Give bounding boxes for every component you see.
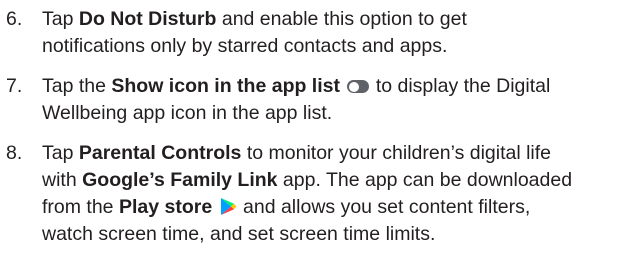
toggle-switch-icon [347, 80, 370, 93]
parental-controls-label: Parental Controls [78, 142, 242, 164]
show-icon-in-app-list-label: Show icon in the app list [111, 75, 340, 97]
step-text: Tap Parental Controls to monitor your ch… [42, 140, 622, 248]
step-number: 6. [6, 8, 23, 30]
step-line: Tap Parental Controls to monitor your ch… [42, 140, 622, 167]
step-line: Tap the Show icon in the app list to dis… [42, 73, 622, 100]
step-line: watch screen time, and set screen time l… [42, 223, 436, 245]
text-run: to monitor your children’s digital life [241, 142, 552, 164]
family-link-label: Google’s Family Link [82, 169, 278, 191]
text-run: app. The app can be downloaded [277, 169, 573, 191]
text-run: Tap [42, 8, 79, 30]
step-number: 7. [6, 75, 23, 97]
step-line: from the Play store and allows you set c… [42, 194, 622, 221]
step-line: with Google’s Family Link app. The app c… [42, 167, 622, 194]
do-not-disturb-label: Do Not Disturb [78, 8, 217, 30]
step-line: notifications only by starred contacts a… [42, 35, 448, 57]
step-line: Tap Do Not Disturb and enable this optio… [42, 6, 622, 33]
step-text: Tap the Show icon in the app list to dis… [42, 73, 622, 127]
text-run: and allows you set content filters, [237, 196, 531, 218]
text-run: Tap [42, 142, 79, 164]
text-run: with [42, 169, 83, 191]
text-run: to display the Digital [370, 75, 551, 97]
play-store-icon [220, 198, 237, 215]
step-number: 8. [6, 142, 23, 164]
text-run: Tap the [42, 75, 112, 97]
text-run: and enable this option to get [216, 8, 467, 30]
step-text: Tap Do Not Disturb and enable this optio… [42, 6, 622, 60]
play-store-label: Play store [118, 196, 213, 218]
step-line: Wellbeing app icon in the app list. [42, 102, 333, 124]
text-run: from the [42, 196, 119, 218]
